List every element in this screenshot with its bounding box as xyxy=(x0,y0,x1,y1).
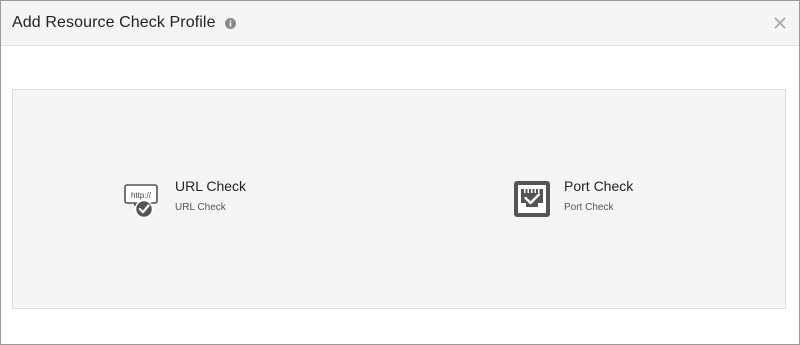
url-check-subtitle: URL Check xyxy=(175,202,226,213)
dialog-header: Add Resource Check Profile xyxy=(1,1,799,46)
close-button[interactable] xyxy=(773,16,787,30)
port-check-subtitle: Port Check xyxy=(564,202,614,213)
url-check-option[interactable]: http:// URL Check URL Check xyxy=(123,178,246,219)
info-icon[interactable] xyxy=(224,17,236,29)
check-type-panel: http:// URL Check URL Check Port Check P… xyxy=(12,89,786,309)
dialog-title: Add Resource Check Profile xyxy=(12,14,216,31)
url-check-icon: http:// xyxy=(124,184,158,219)
add-resource-check-profile-dialog: Add Resource Check Profile http:// URL C… xyxy=(0,0,800,345)
port-check-icon xyxy=(514,181,550,217)
close-icon xyxy=(774,17,786,29)
url-check-icon-text: http:// xyxy=(131,191,152,200)
port-check-title: Port Check xyxy=(564,178,634,194)
port-check-option[interactable]: Port Check Port Check xyxy=(512,178,633,219)
url-check-title: URL Check xyxy=(175,178,247,194)
